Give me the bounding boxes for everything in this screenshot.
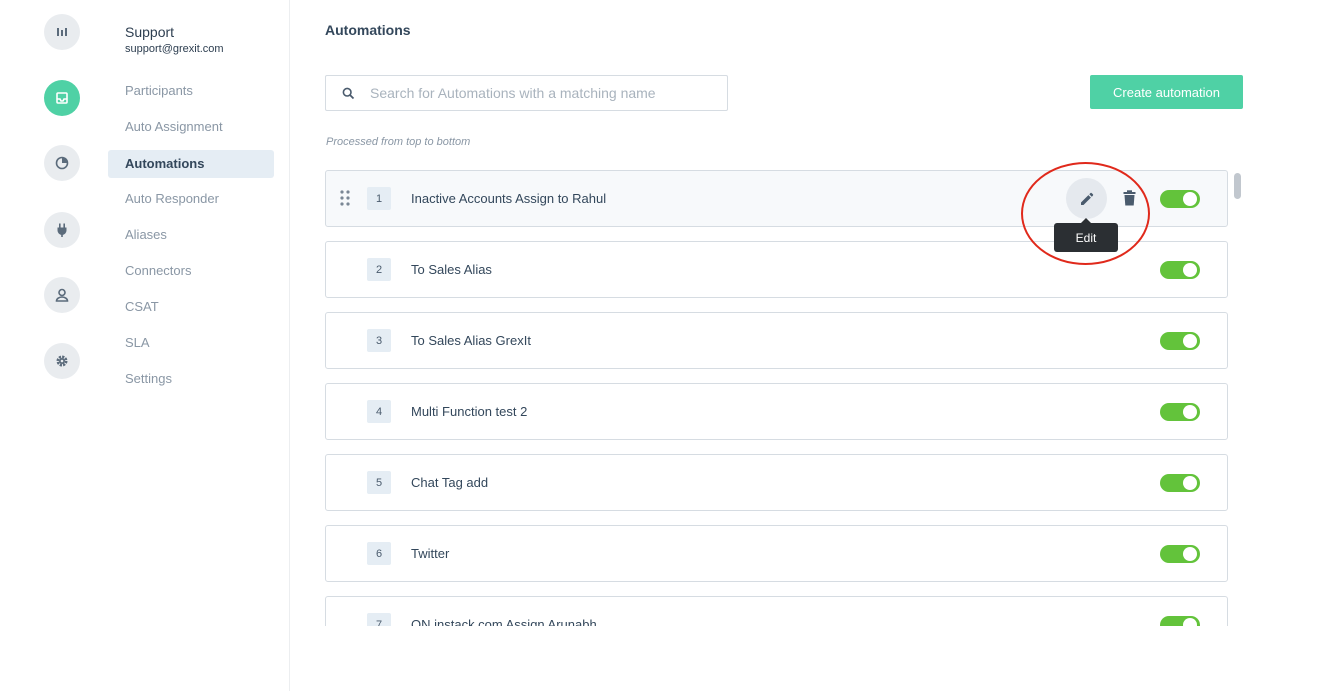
nav-item-csat[interactable]: CSAT [108, 293, 274, 321]
automation-row[interactable]: 7 ON instack.com Assign Arunabh [325, 596, 1228, 626]
nav-item-auto-responder[interactable]: Auto Responder [108, 185, 274, 213]
enable-toggle[interactable] [1160, 403, 1200, 421]
scrollbar-thumb[interactable] [1234, 173, 1241, 199]
automation-name: ON instack.com Assign Arunabh [411, 617, 597, 626]
automation-name: To Sales Alias [411, 262, 492, 277]
list-scrollbar[interactable] [1232, 170, 1243, 626]
enable-toggle[interactable] [1160, 332, 1200, 350]
automation-name: Twitter [411, 546, 450, 561]
nav-item-settings[interactable]: Settings [108, 365, 274, 393]
automation-row[interactable]: 4 Multi Function test 2 [325, 383, 1228, 440]
drag-handle-icon[interactable] [340, 190, 350, 206]
search-input[interactable] [370, 85, 710, 101]
automation-name: Inactive Accounts Assign to Rahul [411, 191, 607, 206]
highlight-annotation [1021, 162, 1150, 265]
automation-order-number: 1 [367, 187, 391, 210]
automation-row[interactable]: 6 Twitter [325, 525, 1228, 582]
enable-toggle[interactable] [1160, 474, 1200, 492]
enable-toggle[interactable] [1160, 190, 1200, 208]
nav-item-automations[interactable]: Automations [108, 150, 274, 178]
automation-row[interactable]: 3 To Sales Alias GrexIt [325, 312, 1228, 369]
create-automation-button[interactable]: Create automation [1090, 75, 1243, 109]
account-name: Support [125, 24, 175, 40]
icon-rail [0, 0, 100, 691]
nav-item-connectors[interactable]: Connectors [108, 257, 274, 285]
settings-subnav: Support support@grexit.com Participants … [108, 0, 290, 691]
nav-item-sla[interactable]: SLA [108, 329, 274, 357]
bar-chart-icon[interactable] [44, 14, 80, 50]
automation-order-number: 5 [367, 471, 391, 494]
nav-item-aliases[interactable]: Aliases [108, 221, 274, 249]
enable-toggle[interactable] [1160, 545, 1200, 563]
gear-icon[interactable] [44, 343, 80, 379]
automation-name: To Sales Alias GrexIt [411, 333, 531, 348]
account-email: support@grexit.com [125, 43, 224, 55]
automation-order-number: 7 [367, 613, 391, 626]
enable-toggle[interactable] [1160, 616, 1200, 626]
page-title: Automations [325, 22, 411, 38]
enable-toggle[interactable] [1160, 261, 1200, 279]
search-box[interactable] [325, 75, 728, 111]
processing-order-note: Processed from top to bottom [326, 136, 471, 148]
plug-icon[interactable] [44, 212, 80, 248]
automation-order-number: 4 [367, 400, 391, 423]
inbox-icon[interactable] [44, 80, 80, 116]
automation-order-number: 3 [367, 329, 391, 352]
automation-name: Multi Function test 2 [411, 404, 528, 419]
automation-row[interactable]: 5 Chat Tag add [325, 454, 1228, 511]
pie-chart-icon[interactable] [44, 145, 80, 181]
automation-name: Chat Tag add [411, 475, 489, 490]
nav-item-participants[interactable]: Participants [108, 77, 274, 105]
automation-order-number: 2 [367, 258, 391, 281]
user-icon[interactable] [44, 277, 80, 313]
nav-item-auto-assignment[interactable]: Auto Assignment [108, 113, 274, 141]
automation-order-number: 6 [367, 542, 391, 565]
search-icon [326, 87, 370, 100]
